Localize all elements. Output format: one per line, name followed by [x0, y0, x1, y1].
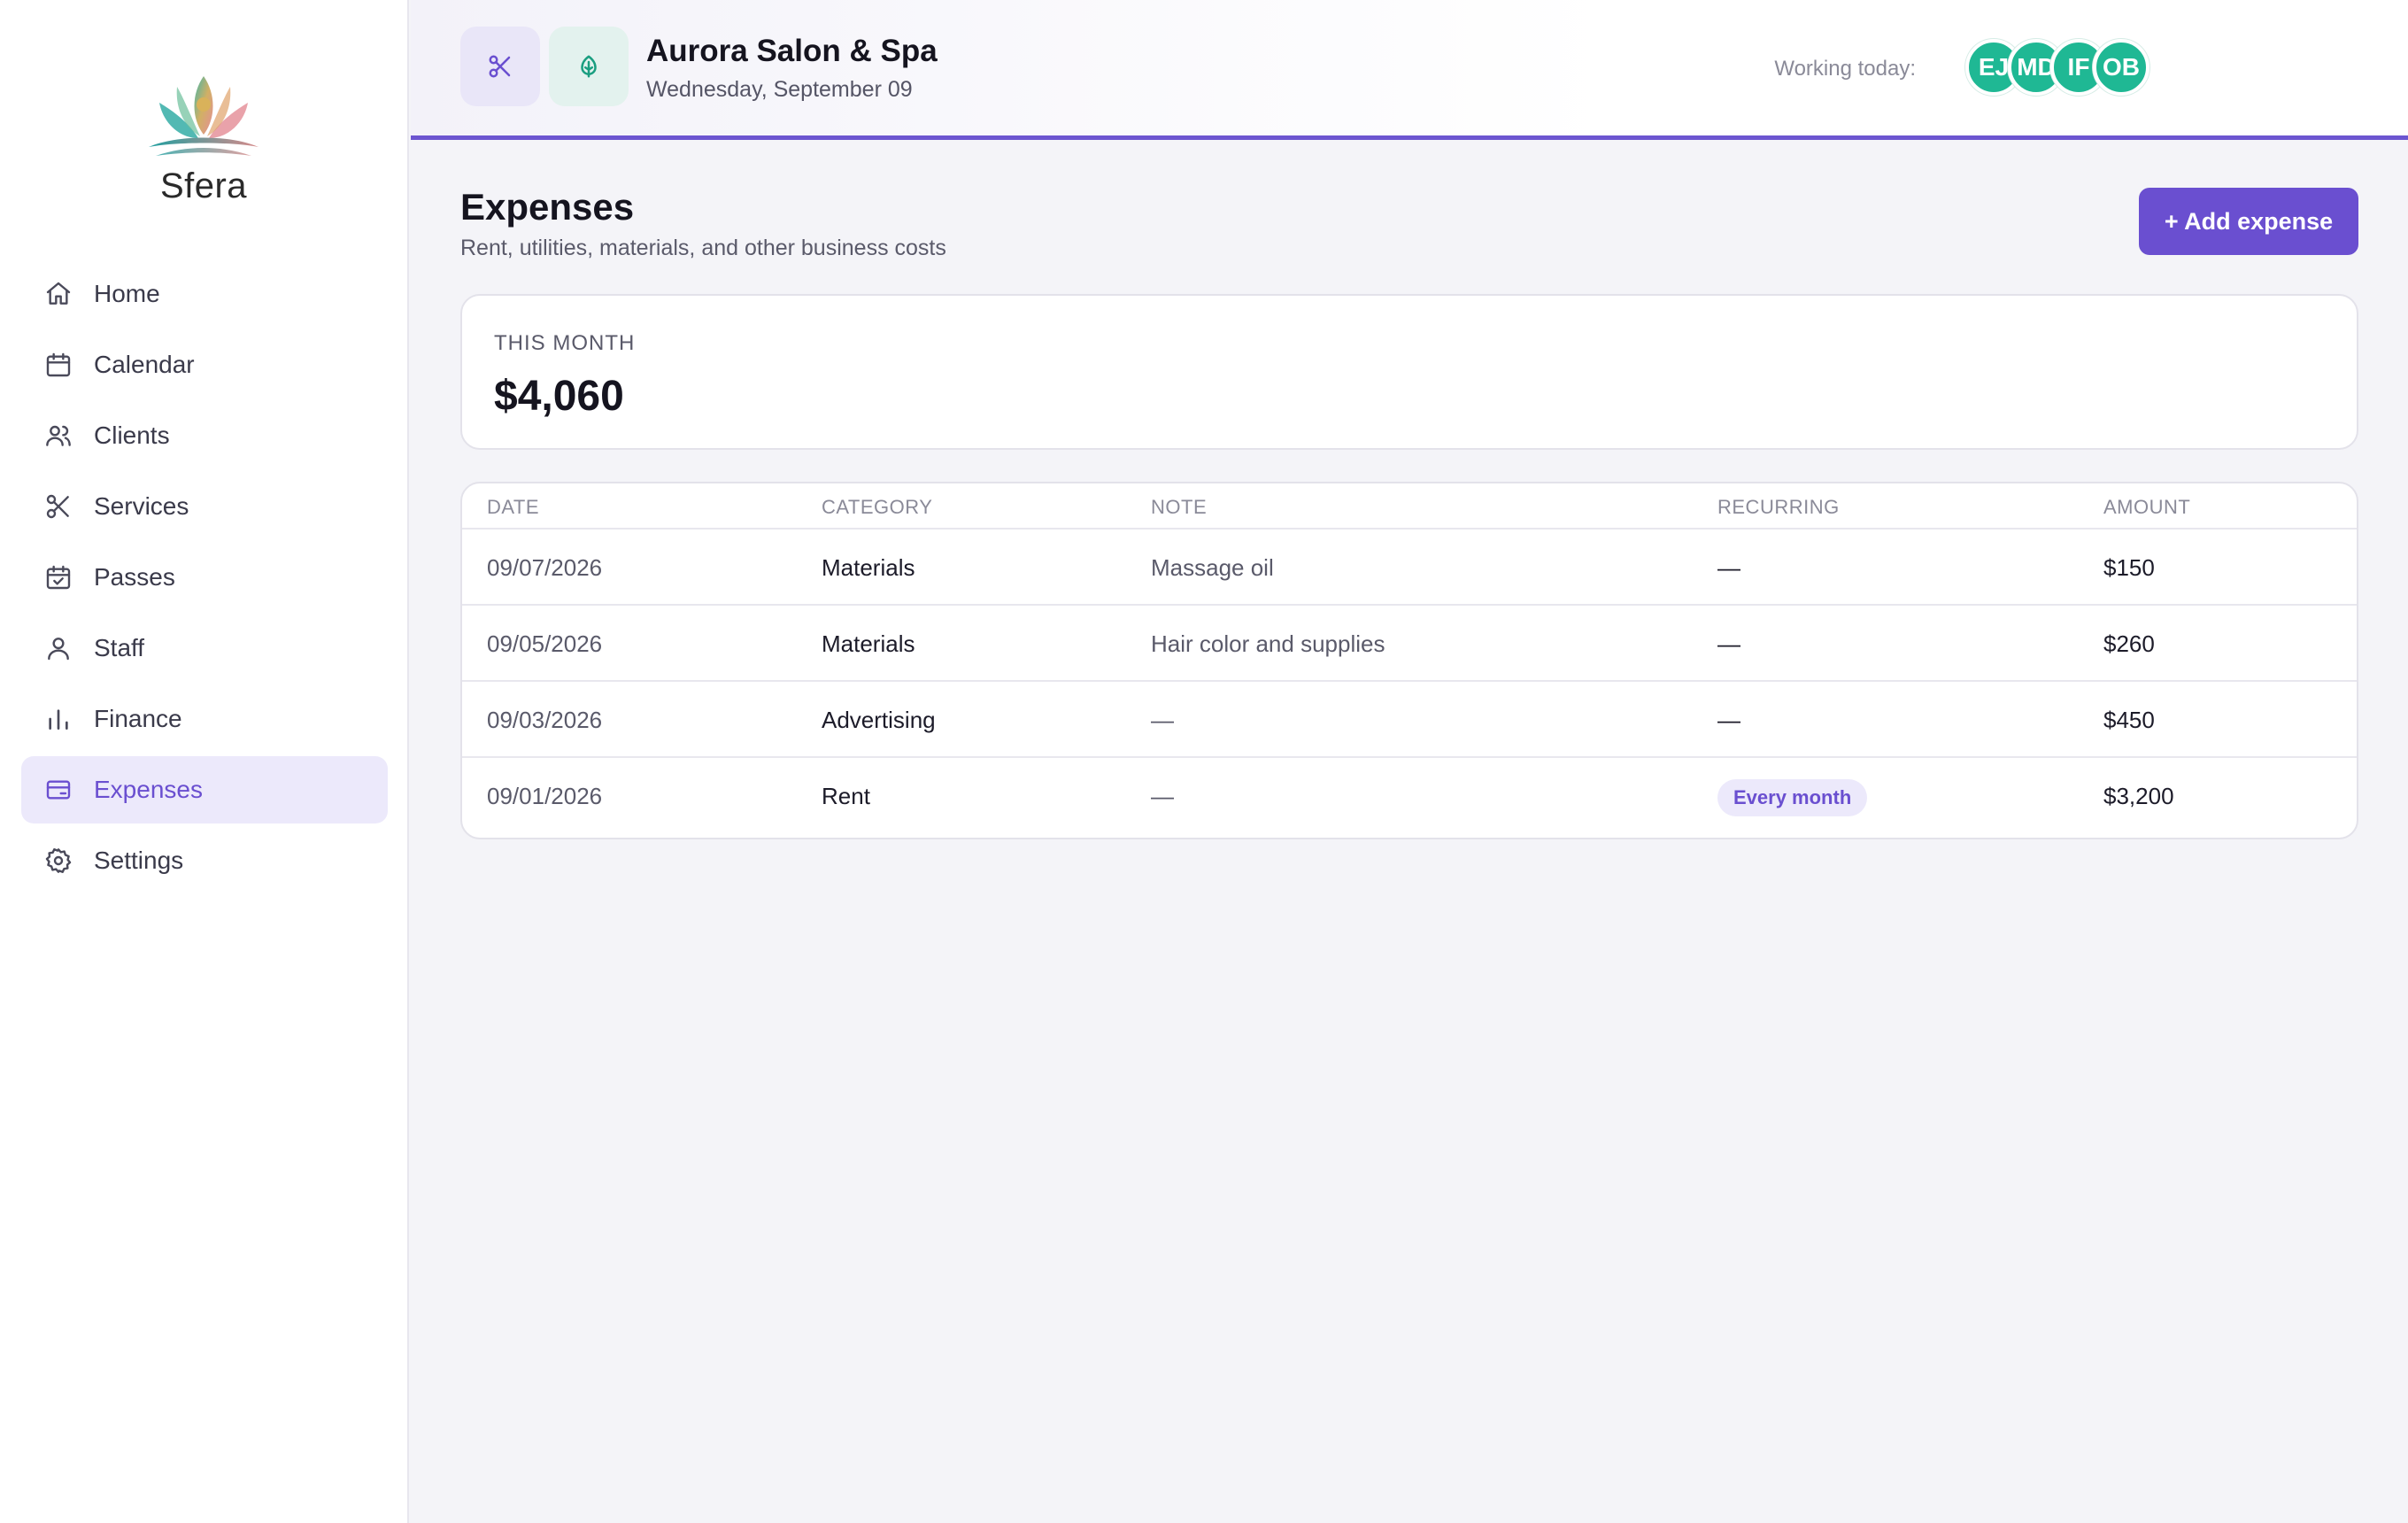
cell-note: Massage oil	[1151, 554, 1274, 581]
cell-note: —	[1151, 783, 1174, 809]
sidebar-nav: Home Calendar Clients Services Passes St…	[21, 260, 388, 898]
lotus-logo-icon	[149, 76, 259, 156]
scissors-icon	[42, 491, 74, 522]
cell-category: Materials	[822, 630, 915, 657]
page-title: Expenses	[460, 186, 635, 228]
user-icon	[42, 632, 74, 664]
sidebar-item-label: Settings	[94, 847, 184, 874]
sidebar-item-finance[interactable]: Finance	[21, 685, 388, 753]
credit-card-icon	[42, 774, 74, 806]
sidebar-item-label: Passes	[94, 563, 175, 591]
sidebar-item-clients[interactable]: Clients	[21, 402, 388, 469]
table-row[interactable]: 09/03/2026 Advertising — — $450	[462, 682, 2357, 758]
sidebar-item-label: Staff	[94, 634, 145, 661]
summary-value: $4,060	[494, 373, 624, 420]
sidebar-item-label: Calendar	[94, 351, 195, 378]
cell-date: 09/03/2026	[487, 707, 603, 733]
sidebar-item-calendar[interactable]: Calendar	[21, 331, 388, 398]
current-date: Wednesday, September 09	[646, 77, 913, 102]
brand-name: Sfera	[159, 166, 248, 205]
cell-amount: $450	[2103, 707, 2155, 733]
cell-date: 09/01/2026	[487, 783, 603, 809]
column-header-note[interactable]: NOTE	[1151, 496, 1207, 519]
brand-logo[interactable]: Sfera	[124, 67, 283, 218]
scissors-icon	[489, 55, 511, 78]
cell-amount: $150	[2103, 554, 2155, 581]
table-row[interactable]: 09/07/2026 Materials Massage oil — $150	[462, 530, 2357, 606]
cell-recurring: —	[1717, 554, 1740, 581]
cell-recurring: —	[1717, 630, 1740, 657]
working-today-label: Working today:	[1774, 57, 1916, 81]
calendar-icon	[42, 349, 74, 381]
sidebar-item-label: Home	[94, 280, 160, 307]
spa-shortcut-button[interactable]	[549, 27, 629, 106]
cell-date: 09/05/2026	[487, 630, 603, 657]
sidebar-item-settings[interactable]: Settings	[21, 827, 388, 894]
table-row[interactable]: 09/01/2026 Rent — Every month $3,200	[462, 758, 2357, 838]
calendar-check-icon	[42, 561, 74, 593]
sidebar-item-services[interactable]: Services	[21, 473, 388, 540]
column-header-date[interactable]: DATE	[487, 496, 539, 519]
sidebar-item-label: Finance	[94, 705, 182, 732]
cell-date: 09/07/2026	[487, 554, 603, 581]
cell-recurring: —	[1717, 707, 1740, 733]
salon-name: Aurora Salon & Spa	[646, 34, 938, 68]
cell-note: Hair color and supplies	[1151, 630, 1385, 657]
table-row[interactable]: 09/05/2026 Materials Hair color and supp…	[462, 606, 2357, 682]
leaf-icon	[581, 55, 597, 78]
staff-avatars: OB IF MD EJ	[1965, 39, 2149, 96]
avatar[interactable]: OB	[2093, 39, 2149, 96]
add-expense-button[interactable]: + Add expense	[2139, 188, 2358, 255]
cell-note: —	[1151, 707, 1174, 733]
top-header: Aurora Salon & Spa Wednesday, September …	[411, 0, 2408, 140]
cell-amount: $260	[2103, 630, 2155, 657]
sidebar-item-label: Clients	[94, 421, 170, 449]
recurring-badge: Every month	[1717, 779, 1868, 816]
column-header-category[interactable]: CATEGORY	[822, 496, 932, 519]
users-icon	[42, 420, 74, 452]
table-header: DATE CATEGORY NOTE RECURRING AMOUNT	[462, 483, 2357, 530]
sidebar-item-staff[interactable]: Staff	[21, 615, 388, 682]
sidebar-item-home[interactable]: Home	[21, 260, 388, 328]
sidebar-item-label: Services	[94, 492, 189, 520]
app-root: Sfera Home Calendar Clients Services Pas…	[0, 0, 2408, 1523]
summary-label: THIS MONTH	[494, 331, 636, 355]
home-icon	[42, 278, 74, 310]
sidebar-item-label: Expenses	[94, 776, 203, 803]
cell-amount: $3,200	[2103, 783, 2174, 809]
cell-category: Materials	[822, 554, 915, 581]
gear-icon	[42, 845, 74, 877]
sidebar-item-passes[interactable]: Passes	[21, 544, 388, 611]
bar-chart-icon	[42, 703, 74, 735]
page-subtitle: Rent, utilities, materials, and other bu…	[460, 236, 946, 260]
column-header-amount[interactable]: AMOUNT	[2103, 496, 2190, 519]
expenses-table: DATE CATEGORY NOTE RECURRING AMOUNT 09/0…	[460, 482, 2358, 839]
sidebar-item-expenses[interactable]: Expenses	[21, 756, 388, 823]
services-shortcut-button[interactable]	[460, 27, 540, 106]
cell-category: Advertising	[822, 707, 936, 733]
sidebar: Sfera Home Calendar Clients Services Pas…	[0, 0, 409, 1523]
monthly-summary-card: THIS MONTH $4,060	[460, 294, 2358, 450]
cell-category: Rent	[822, 783, 870, 809]
column-header-recurring[interactable]: RECURRING	[1717, 496, 1840, 519]
